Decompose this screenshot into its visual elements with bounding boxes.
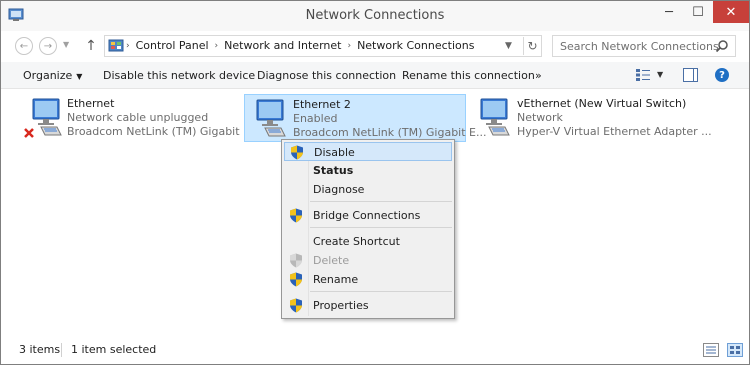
address-history-chevron-down-icon[interactable]: ▼ [505,41,512,51]
large-icons-view-icon[interactable] [727,343,743,357]
close-button[interactable]: ✕ [713,1,749,23]
menu-item-properties[interactable]: Properties [284,296,452,315]
recent-locations-chevron-down-icon[interactable]: ▼ [63,40,69,49]
search-placeholder: Search Network Connections [560,40,719,53]
arrow-left-icon: ← [19,40,29,52]
menu-label: Rename [313,273,359,286]
connection-device: Hyper-V Virtual Ethernet Adapter ... [517,125,712,138]
uac-shield-icon [290,272,302,287]
menu-label: Disable [314,146,355,159]
connection-item-ethernet[interactable]: Ethernet Network cable unplugged Broadco… [19,94,260,142]
breadcrumb-network-connections[interactable]: Network Connections [357,39,474,52]
uac-shield-icon [290,298,302,313]
connection-name: Ethernet [67,97,115,110]
connection-device: Broadcom NetLink (TM) Gigabit E... [293,126,487,139]
menu-item-disable[interactable]: Disable [284,142,452,161]
menu-item-create-shortcut[interactable]: Create Shortcut [284,232,452,251]
menu-separator [310,201,452,202]
arrow-right-icon: → [43,40,53,52]
diagnose-connection-button[interactable]: Diagnose this connection [257,69,396,82]
explorer-window: Network Connections ─ ☐ ✕ ← → ▼ ↑ › Cont… [0,0,750,365]
menu-separator [310,291,452,292]
connection-status: Network cable unplugged [67,111,209,124]
view-options-chevron-down-icon[interactable]: ▼ [657,70,663,79]
maximize-button[interactable]: ☐ [684,1,712,23]
menu-item-rename[interactable]: Rename [284,270,452,289]
context-menu: Disable Status Diagnose Bridge Connectio… [281,139,455,319]
uac-shield-icon [290,208,302,223]
status-bar: 3 items 1 item selected [1,337,749,364]
connection-device: Broadcom NetLink (TM) Gigabit E... [67,125,261,138]
network-adapter-icon [480,98,510,136]
items-count: 3 items [19,343,61,356]
forward-button[interactable]: → [39,37,57,55]
menu-separator [310,227,452,228]
chevron-down-icon: ▼ [76,72,83,81]
menu-label: Diagnose [313,183,365,196]
control-panel-icon [108,39,124,52]
window-title: Network Connections [305,8,445,23]
search-icon [715,40,728,53]
help-icon[interactable]: ? [715,68,729,82]
command-bar: Organize ▼ Disable this network device Di… [1,62,749,89]
change-view-icon[interactable] [635,68,651,82]
refresh-button[interactable]: ↻ [523,37,541,55]
breadcrumb: › Control Panel › Network and Internet ›… [126,39,474,52]
menu-label: Delete [313,254,350,267]
organize-menu[interactable]: Organize ▼ [23,69,82,82]
breadcrumb-separator[interactable]: › [347,41,351,51]
refresh-icon: ↻ [527,39,538,53]
menu-label: Properties [313,299,369,312]
preview-pane-icon[interactable] [683,68,698,82]
menu-item-status[interactable]: Status [284,161,452,180]
breadcrumb-control-panel[interactable]: Control Panel [136,39,209,52]
uac-shield-icon [291,145,303,160]
breadcrumb-separator[interactable]: › [215,41,219,51]
uac-shield-disabled-icon [290,253,302,268]
menu-item-diagnose[interactable]: Diagnose [284,180,452,199]
address-bar[interactable]: › Control Panel › Network and Internet ›… [104,35,542,57]
connection-item-ethernet-2[interactable]: Ethernet 2 Enabled Broadcom NetLink (TM)… [244,94,486,142]
connection-status: Enabled [293,112,338,125]
title-bar[interactable]: Network Connections ─ ☐ ✕ [1,1,749,31]
status-separator [61,343,62,357]
breadcrumb-separator[interactable]: › [126,41,130,51]
arrow-up-icon: ↑ [85,38,97,54]
search-input[interactable]: Search Network Connections [552,35,736,57]
network-adapter-icon [256,99,286,137]
connection-name: vEthernet (New Virtual Switch) [517,97,687,110]
up-button[interactable]: ↑ [83,37,99,55]
breadcrumb-network-and-internet[interactable]: Network and Internet [224,39,341,52]
rename-connection-button[interactable]: Rename this connection [402,69,535,82]
menu-item-bridge-connections[interactable]: Bridge Connections [284,206,452,225]
menu-label: Status [313,164,354,177]
connection-status: Network [517,111,563,124]
menu-item-delete: Delete [284,251,452,270]
network-adapter-disconnected-icon [24,98,62,138]
details-view-icon[interactable] [703,343,719,357]
connection-name: Ethernet 2 [293,98,351,111]
organize-label: Organize [23,69,73,82]
navigation-bar: ← → ▼ ↑ › Control Panel › Network and In… [1,31,749,61]
menu-label: Create Shortcut [313,235,400,248]
selection-count: 1 item selected [71,343,157,356]
connection-item-vethernet[interactable]: vEthernet (New Virtual Switch) Network H… [469,94,712,142]
disable-device-button[interactable]: Disable this network device [103,69,255,82]
minimize-button[interactable]: ─ [655,1,683,23]
more-commands-button[interactable]: » [535,69,542,82]
back-button[interactable]: ← [15,37,33,55]
menu-label: Bridge Connections [313,209,421,222]
